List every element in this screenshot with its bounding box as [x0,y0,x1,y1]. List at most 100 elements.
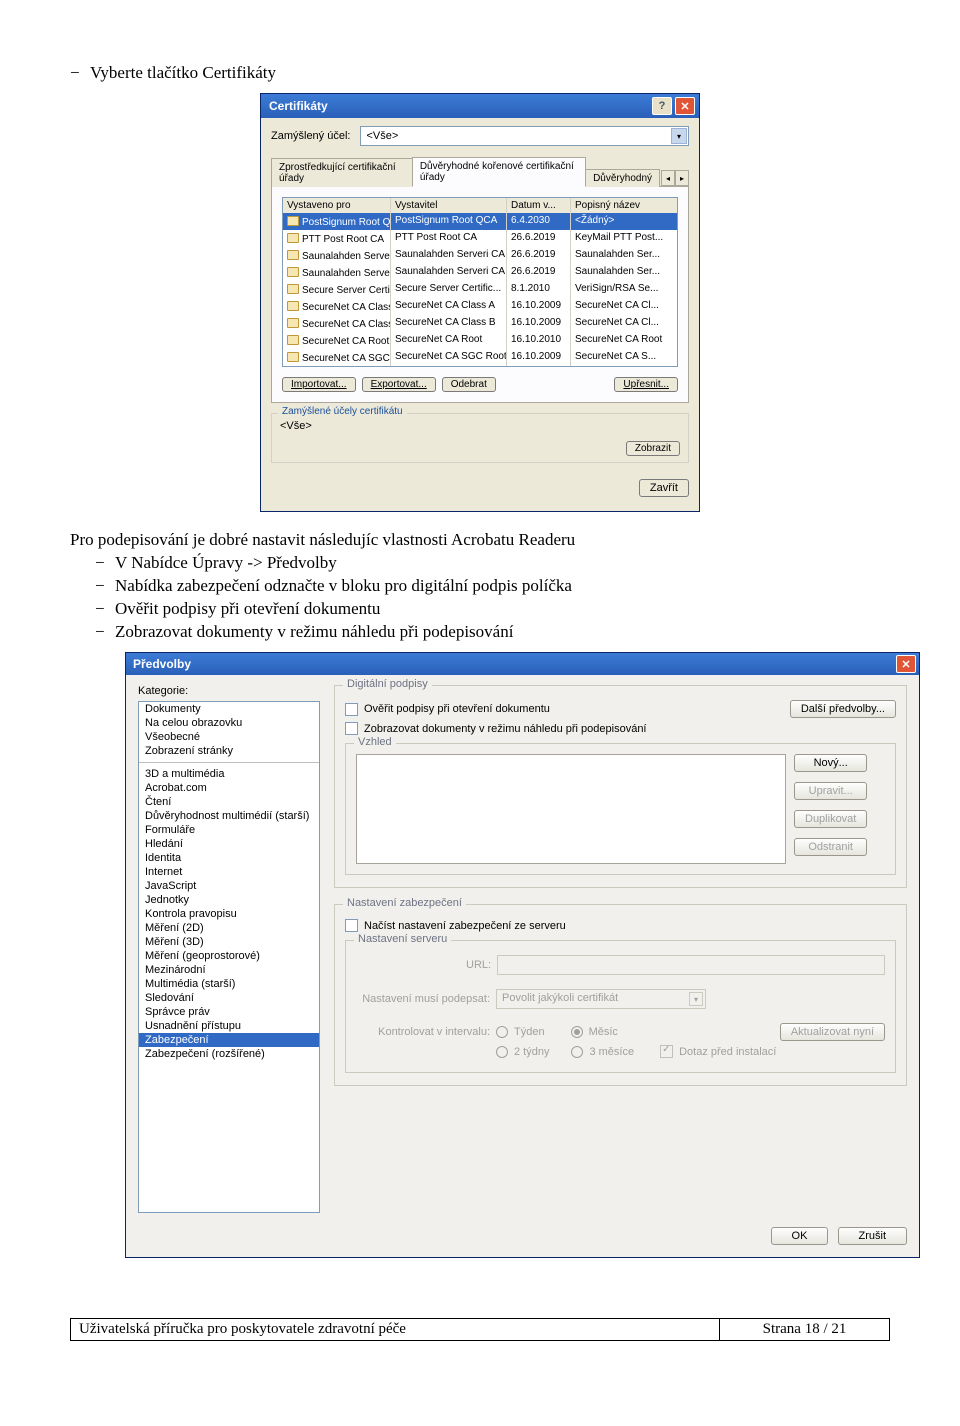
select-value: Povolit jakýkoli certifikát [502,992,618,1004]
bullet-text: Ověřit podpisy při otevření dokumentu [115,599,380,619]
table-row[interactable]: PTT Post Root CAPTT Post Root CA26.6.201… [283,230,677,247]
certificate-icon [287,335,299,345]
list-item[interactable]: Zabezpečení [139,1033,319,1047]
tab-trusted-root-ca[interactable]: Důvěryhodné kořenové certifikační úřady [412,157,586,187]
list-item[interactable]: Acrobat.com [139,781,319,795]
list-item[interactable]: Zobrazení stránky [139,744,319,758]
cancel-button[interactable]: Zrušit [838,1227,908,1245]
verify-signatures-checkbox[interactable] [345,703,358,716]
radio-label: Měsíc [589,1026,618,1038]
radio-label: 2 týdny [514,1046,549,1058]
preferences-dialog: Předvolby ✕ Kategorie: DokumentyNa celou… [125,652,920,1258]
list-item[interactable]: Dokumenty [139,702,319,716]
fieldset-legend: Digitální podpisy [343,678,432,690]
certificate-icon [287,267,299,277]
radio-week [496,1026,508,1038]
footer-table: Uživatelská příručka pro poskytovatele z… [70,1318,890,1341]
bullet-text: Vyberte tlačítko Certifikáty [90,63,276,83]
col-issued-to[interactable]: Vystaveno pro [283,198,391,213]
list-item[interactable]: Všeobecné [139,730,319,744]
tab-scroll-right-icon[interactable]: ▸ [675,170,689,186]
edit-button[interactable]: Upravit... [794,782,867,800]
close-button[interactable]: ✕ [675,97,695,115]
tab-scroll-left-icon[interactable]: ◂ [661,170,675,186]
bullet-text: Nabídka zabezpečení odznačte v bloku pro… [115,576,572,596]
col-friendly-name[interactable]: Popisný název [571,198,677,213]
import-button[interactable]: Importovat... [282,377,356,392]
list-item[interactable]: Měření (geoprostorové) [139,949,319,963]
close-dialog-button[interactable]: Zavřít [639,479,689,497]
show-button[interactable]: Zobrazit [626,441,680,456]
chevron-down-icon: ▾ [671,128,687,144]
list-item[interactable]: Internet [139,865,319,879]
certificates-dialog: Certifikáty ? ✕ Zamýšlený účel: <Vše> ▾ … [260,93,700,512]
list-item[interactable]: Kontrola pravopisu [139,907,319,921]
export-button[interactable]: Exportovat... [362,377,436,392]
appearance-list[interactable] [356,754,786,864]
tab-intermediate-ca[interactable]: Zprostředkující certifikační úřady [271,158,413,187]
list-item[interactable]: Důvěryhodnost multimédií (starší) [139,809,319,823]
fieldset-legend: Nastavení serveru [354,933,451,945]
titlebar: Certifikáty ? ✕ [261,94,699,118]
list-item[interactable]: Čtení [139,795,319,809]
radio-label: 3 měsíce [589,1046,634,1058]
list-item[interactable]: Správce práv [139,1005,319,1019]
table-row[interactable]: Saunalahden Serve...Saunalahden Serveri … [283,264,677,281]
list-item[interactable]: Jednotky [139,893,319,907]
category-list[interactable]: DokumentyNa celou obrazovkuVšeobecnéZobr… [138,701,320,1213]
list-item[interactable]: Usnadnění přístupu [139,1019,319,1033]
table-row[interactable]: SecureNet CA Class ASecureNet CA Class A… [283,298,677,315]
ask-before-install-checkbox: ✓ [660,1045,673,1058]
table-row[interactable]: SecureNet CA RootSecureNet CA Root16.10.… [283,332,677,349]
must-sign-label: Nastavení musí podepsat: [356,993,490,1005]
new-button[interactable]: Nový... [794,754,867,772]
purpose-select[interactable]: <Vše> ▾ [360,126,689,146]
close-button[interactable]: ✕ [896,655,916,673]
list-item[interactable]: 3D a multimédia [139,767,319,781]
list-item[interactable]: Zabezpečení (rozšířené) [139,1047,319,1061]
checkbox-label: Načíst nastavení zabezpečení ze serveru [364,920,566,932]
remove-button[interactable]: Odebrat [442,377,496,392]
certificates-table: Vystaveno pro Vystavitel Datum v... Popi… [282,197,678,367]
list-item[interactable]: Identita [139,851,319,865]
details-button[interactable]: Upřesnit... [614,377,678,392]
list-item[interactable]: Měření (3D) [139,935,319,949]
radio-three-months [571,1046,583,1058]
delete-button[interactable]: Odstranit [794,838,867,856]
col-date[interactable]: Datum v... [507,198,571,213]
list-item[interactable]: Formuláře [139,823,319,837]
bullet-dash: − [95,576,115,596]
list-item[interactable]: Multimédia (starší) [139,977,319,991]
footer-left: Uživatelská příručka pro poskytovatele z… [71,1319,720,1341]
table-row[interactable]: SecureNet CA Class BSecureNet CA Class B… [283,315,677,332]
table-row[interactable]: Secure Server Certi...Secure Server Cert… [283,281,677,298]
list-item[interactable]: JavaScript [139,879,319,893]
col-issuer[interactable]: Vystavitel [391,198,507,213]
preview-mode-checkbox[interactable] [345,722,358,735]
list-item[interactable]: Mezinárodní [139,963,319,977]
certificate-icon [287,233,299,243]
table-row[interactable]: SecureNet CA SGC ...SecureNet CA SGC Roo… [283,349,677,366]
more-preferences-button[interactable]: Další předvolby... [790,700,896,718]
tab-trusted[interactable]: Důvěryhodný [585,169,660,187]
ok-button[interactable]: OK [771,1227,829,1245]
list-item[interactable]: Sledování [139,991,319,1005]
help-button[interactable]: ? [652,97,672,115]
fieldset-legend: Nastavení zabezpečení [343,897,466,909]
radio-two-weeks [496,1046,508,1058]
load-security-checkbox[interactable] [345,919,358,932]
certificate-icon [287,352,299,362]
certificate-icon [287,216,299,226]
purpose-value: <Vše> [366,130,398,142]
checkbox-label: Dotaz před instalací [679,1046,776,1058]
certificate-icon [287,284,299,294]
list-item[interactable]: Hledání [139,837,319,851]
table-row[interactable]: PostSignum Root QCAPostSignum Root QCA6.… [283,213,677,230]
checkbox-label: Ověřit podpisy při otevření dokumentu [364,703,550,715]
list-item[interactable]: Na celou obrazovku [139,716,319,730]
list-item[interactable]: Měření (2D) [139,921,319,935]
bullet-dash: − [70,63,90,83]
table-row[interactable]: Saunalahden Serve...Saunalahden Serveri … [283,247,677,264]
url-input [497,955,885,975]
duplicate-button[interactable]: Duplikovat [794,810,867,828]
